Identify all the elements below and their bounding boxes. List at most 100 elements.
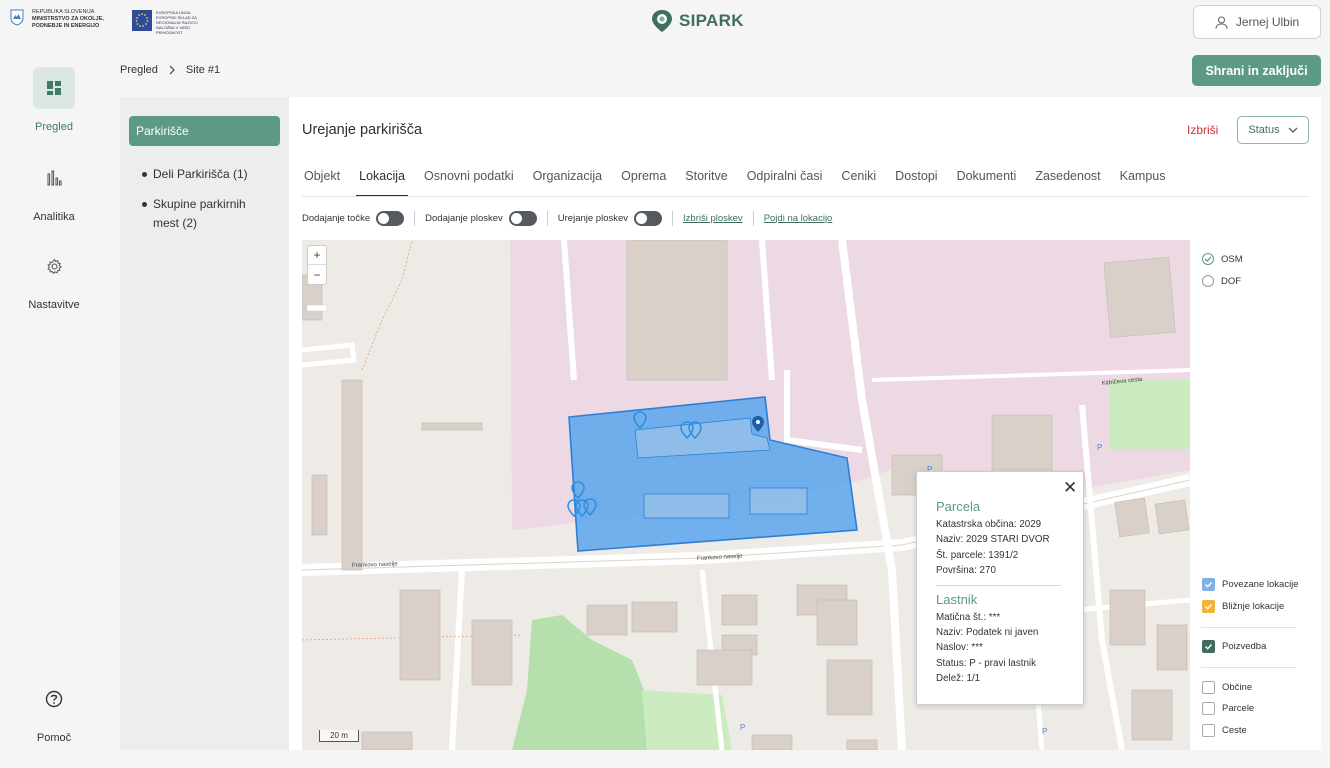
tab-kampus[interactable]: Kampus — [1120, 163, 1166, 197]
layer-osm[interactable]: OSM — [1202, 253, 1243, 265]
tab-odpiralni-casi[interactable]: Odpiralni časi — [747, 163, 823, 197]
user-icon — [1215, 15, 1228, 29]
toolbar-divider — [752, 210, 754, 226]
add-point-toggle-group: Dodajanje točke — [302, 210, 405, 226]
edit-area-toggle[interactable] — [634, 210, 663, 226]
tab-lokacija[interactable]: Lokacija — [356, 163, 408, 197]
add-area-toggle-group: Dodajanje ploskev — [425, 210, 537, 226]
checkbox-checked-icon[interactable] — [1202, 640, 1215, 653]
dashboard-icon — [33, 67, 75, 109]
parcel-row: Št. parcele: 1391/2 — [936, 550, 1019, 561]
toolbar-divider — [414, 210, 416, 226]
chevron-right-icon — [169, 65, 175, 75]
checkbox-icon[interactable] — [1202, 724, 1215, 737]
pin-logo-icon — [652, 10, 672, 32]
breadcrumb-root[interactable]: Pregled — [120, 64, 158, 76]
layers-divider — [1201, 627, 1296, 628]
status-label: Status — [1248, 124, 1280, 136]
add-point-toggle[interactable] — [376, 210, 405, 226]
owner-row: Naslov: *** — [936, 642, 983, 653]
tab-zasedenost[interactable]: Zasedenost — [1035, 163, 1100, 197]
nav-label-nastavitve: Nastavitve — [28, 299, 80, 311]
eu-line2: EVROPSKI SKLAD ZA REGIONALNI RAZVOJ — [156, 15, 198, 25]
edit-area-label: Urejanje ploskev — [557, 212, 629, 224]
gov-line1: REPUBLIKA SLOVENIJA — [32, 9, 95, 15]
layer-label: Povezane lokacije — [1222, 579, 1299, 590]
parcel-row: Površina: 270 — [936, 565, 996, 576]
close-icon[interactable]: ✕ — [1063, 478, 1077, 498]
layer-ceste[interactable]: Ceste — [1202, 724, 1247, 737]
layer-label: Ceste — [1222, 725, 1247, 736]
tab-dostopi[interactable]: Dostopi — [895, 163, 937, 197]
checkbox-checked-icon[interactable] — [1202, 600, 1215, 613]
save-and-finish-button[interactable]: Shrani in zaključi — [1192, 55, 1321, 86]
owner-row: Delež: 1/1 — [936, 673, 981, 684]
brand-logo: SIPARK — [651, 9, 744, 33]
radio-icon[interactable] — [1202, 275, 1214, 287]
bullet-icon — [142, 202, 147, 207]
nav-label-analitika: Analitika — [33, 211, 75, 223]
layers-divider — [1201, 667, 1296, 668]
nav-item-analitika[interactable]: Analitika — [0, 157, 108, 223]
popup-divider — [936, 585, 1061, 586]
gov-logo: REPUBLIKA SLOVENIJA MINISTRSTVO ZA OKOLJ… — [10, 9, 116, 30]
owner-row: Status: P - pravi lastnik — [936, 658, 1037, 669]
tab-organizacija[interactable]: Organizacija — [533, 163, 602, 197]
delete-areas-link[interactable]: Izbriši ploskev — [683, 213, 743, 224]
sidepanel-item-label: Skupine parkirnih mest (2) — [153, 197, 246, 230]
status-dropdown[interactable]: Status — [1237, 116, 1309, 144]
user-name: Jernej Ulbin — [1235, 15, 1300, 29]
nav-item-pregled[interactable]: Pregled — [0, 67, 108, 133]
tab-objekt[interactable]: Objekt — [304, 163, 340, 197]
layer-dof[interactable]: DOF — [1202, 275, 1241, 287]
user-menu-button[interactable]: Jernej Ulbin — [1193, 5, 1321, 39]
sidepanel-item-label: Deli Parkirišča (1) — [153, 167, 248, 181]
eu-flag-icon — [132, 10, 152, 31]
zoom-out-button[interactable]: − — [308, 265, 326, 284]
nav-item-help[interactable]: Pomoč — [0, 678, 108, 744]
sidepanel-item-deli[interactable]: Deli Parkirišča (1) — [142, 165, 268, 184]
owner-row: Matična št.: *** — [936, 612, 1001, 623]
parking-label: P — [1097, 443, 1102, 452]
checkbox-icon[interactable] — [1202, 702, 1215, 715]
tab-oprema[interactable]: Oprema — [621, 163, 666, 197]
page-title: Urejanje parkirišča — [302, 122, 423, 138]
delete-button[interactable]: Izbriši — [1187, 123, 1218, 137]
tab-dokumenti[interactable]: Dokumenti — [957, 163, 1017, 197]
radio-checked-icon[interactable] — [1202, 253, 1214, 265]
bar-chart-icon — [33, 157, 75, 199]
tab-osnovni-podatki[interactable]: Osnovni podatki — [424, 163, 514, 197]
tab-ceniki[interactable]: Ceniki — [841, 163, 876, 197]
layer-blizje[interactable]: Bližnje lokacije — [1202, 600, 1284, 613]
breadcrumb-current: Site #1 — [185, 64, 221, 76]
chevron-down-icon — [1288, 127, 1298, 133]
map-toolbar: Dodajanje točke Dodajanje ploskev Urejan… — [302, 209, 832, 227]
nav-label-pregled: Pregled — [35, 121, 73, 133]
gov-line2: MINISTRSTVO ZA OKOLJE, — [32, 16, 104, 22]
layer-poizvedba[interactable]: Poizvedba — [1202, 640, 1266, 653]
layer-label: DOF — [1221, 275, 1242, 287]
layer-label: Parcele — [1222, 703, 1255, 714]
sidepanel-item-parkirisce[interactable]: Parkirišče — [129, 116, 280, 146]
parcel-row: Naziv: 2029 STARI DVOR — [936, 534, 1050, 545]
layer-povezane[interactable]: Povezane lokacije — [1202, 578, 1299, 591]
zoom-in-button[interactable]: + — [308, 246, 326, 265]
tab-divider — [302, 196, 1309, 197]
help-icon — [33, 678, 75, 720]
layer-label: Bližnje lokacije — [1222, 601, 1285, 612]
go-to-location-link[interactable]: Pojdi na lokacijo — [764, 213, 833, 224]
side-panel: Parkirišče Deli Parkirišča (1) Skupine p… — [120, 97, 289, 750]
tab-storitve[interactable]: Storitve — [685, 163, 727, 197]
top-header: REPUBLIKA SLOVENIJA MINISTRSTVO ZA OKOLJ… — [0, 0, 1330, 44]
add-area-label: Dodajanje ploskev — [425, 212, 503, 224]
add-area-toggle[interactable] — [508, 210, 537, 226]
eu-line3: NALOŽBA V VAŠO PRIHODNOST — [156, 25, 191, 35]
checkbox-checked-icon[interactable] — [1202, 578, 1215, 591]
sidepanel-item-skupine[interactable]: Skupine parkirnih mest (2) — [142, 195, 268, 233]
layer-obcine[interactable]: Občine — [1202, 681, 1252, 694]
nav-item-nastavitve[interactable]: Nastavitve — [0, 245, 108, 311]
brand-name: SIPARK — [679, 11, 744, 30]
layer-parcele[interactable]: Parcele — [1202, 702, 1254, 715]
toolbar-divider — [672, 210, 674, 226]
checkbox-icon[interactable] — [1202, 681, 1215, 694]
